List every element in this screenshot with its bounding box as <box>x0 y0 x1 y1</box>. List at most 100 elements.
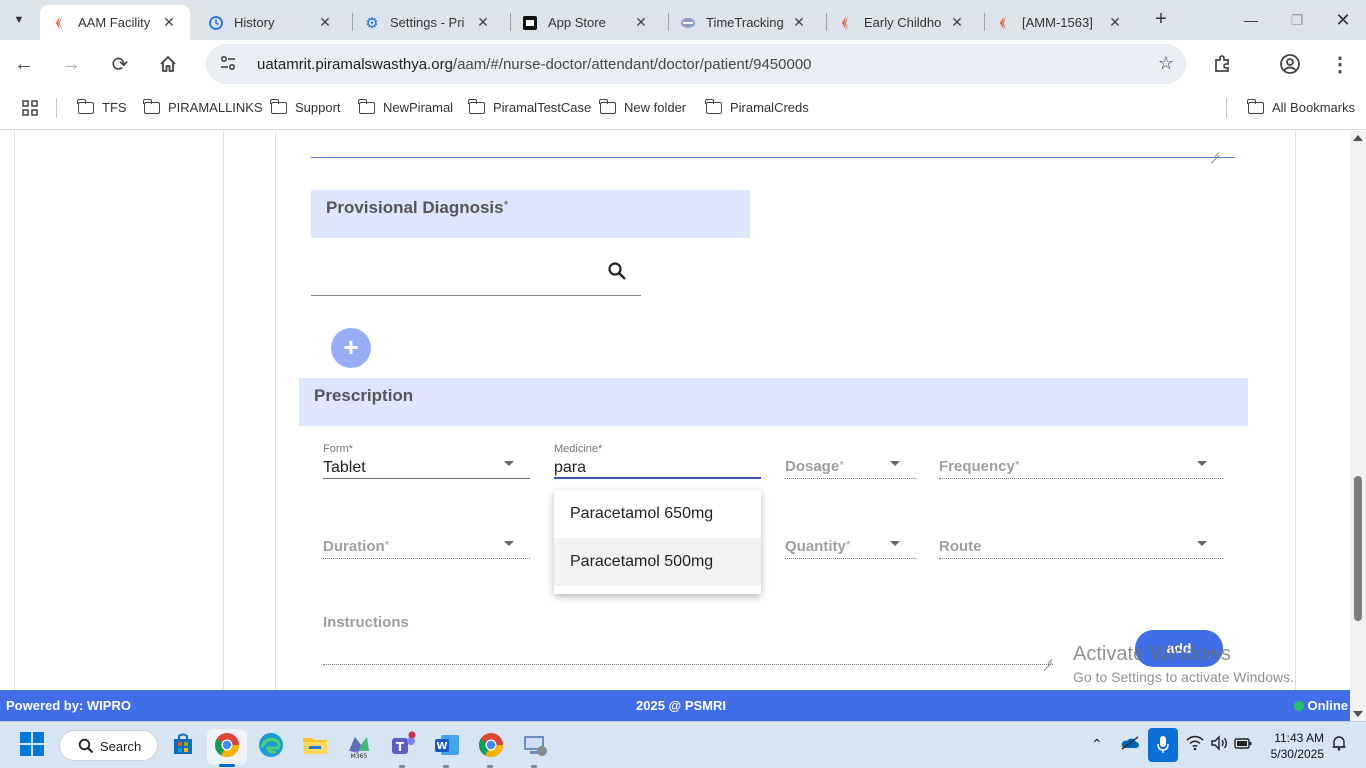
clock-time: 11:43 AM <box>1274 731 1324 745</box>
folder-icon <box>358 98 375 114</box>
microsoft-store-icon[interactable] <box>170 731 198 759</box>
wifi-icon[interactable] <box>1186 735 1204 754</box>
chevron-up-icon[interactable]: ⌃ <box>1091 736 1103 753</box>
piramal-logo-icon <box>996 15 1012 31</box>
file-explorer-icon[interactable] <box>301 731 329 759</box>
windows-start-icon[interactable] <box>20 732 44 756</box>
medicine-option[interactable]: Paracetamol 650mg <box>554 490 761 538</box>
tab-search-chevron-icon[interactable]: ▼ <box>6 7 32 33</box>
tab-title: Early Childho <box>864 15 942 30</box>
bookmark-folder-newpiramal[interactable]: NewPiramal <box>358 98 453 115</box>
tab-aam-facility[interactable]: AAM Facility ✕ <box>40 5 190 40</box>
field-placeholder: Route <box>939 538 982 555</box>
tab-title: App Store <box>548 15 606 30</box>
gear-icon: ⚙ <box>365 14 379 32</box>
volume-icon[interactable] <box>1210 735 1228 754</box>
minimize-button[interactable]: — <box>1228 6 1274 34</box>
search-label: Search <box>100 739 142 754</box>
bookmark-folder-support[interactable]: Support <box>270 98 341 115</box>
profile-icon[interactable] <box>1276 50 1304 78</box>
duration-select[interactable]: Duration* <box>323 523 530 559</box>
bookmark-star-icon[interactable]: ☆ <box>1158 53 1174 74</box>
quantity-select[interactable]: Quantity* <box>785 523 916 559</box>
onedrive-icon[interactable] <box>1120 735 1140 754</box>
frequency-select[interactable]: Frequency* <box>939 443 1223 479</box>
close-tab-icon[interactable]: ✕ <box>790 14 808 31</box>
reload-icon[interactable]: ⟳ <box>106 50 134 78</box>
svg-text:T: T <box>396 740 405 754</box>
add-diagnosis-button[interactable]: + <box>331 328 371 368</box>
tab-amm-1563[interactable]: [AMM-1563] ✕ <box>984 5 1136 40</box>
scrollbar-thumb[interactable] <box>1354 476 1362 621</box>
home-icon[interactable] <box>154 50 182 78</box>
tab-early-childhood[interactable]: Early Childho ✕ <box>826 5 978 40</box>
apps-grid-icon[interactable] <box>22 100 38 116</box>
tab-timetracking[interactable]: TimeTracking ✕ <box>668 5 820 40</box>
bookmark-folder-piramaltestcase[interactable]: PiramalTestCase <box>468 98 591 115</box>
word-icon[interactable]: W <box>433 731 461 759</box>
close-tab-icon[interactable]: ✕ <box>474 14 492 31</box>
tab-app-store[interactable]: App Store ✕ <box>510 5 662 40</box>
instructions-textarea[interactable]: Instructions <box>323 609 1053 665</box>
required-mark: * <box>503 198 509 212</box>
provisional-diagnosis-header: Provisional Diagnosis* <box>311 190 750 238</box>
resize-handle-icon[interactable] <box>1043 654 1052 663</box>
extensions-icon[interactable] <box>1208 50 1236 78</box>
close-tab-icon[interactable]: ✕ <box>316 14 334 31</box>
back-arrow-icon[interactable]: ← <box>10 50 38 78</box>
edge-icon[interactable] <box>257 731 285 759</box>
field-placeholder: Frequency* <box>939 458 1020 475</box>
dosage-select[interactable]: Dosage* <box>785 443 916 479</box>
kebab-menu-icon[interactable]: ⋮ <box>1326 50 1354 78</box>
field-label: Medicine* <box>554 443 603 455</box>
bookmark-divider <box>1226 98 1227 118</box>
bookmark-folder-tfs[interactable]: TFS <box>77 98 127 115</box>
diagnosis-search-input[interactable] <box>311 255 641 296</box>
forward-arrow-icon[interactable]: → <box>57 50 85 78</box>
tab-history[interactable]: History ✕ <box>196 5 346 40</box>
restore-button[interactable]: ❐ <box>1274 6 1320 34</box>
scroll-down-arrow-icon[interactable] <box>1353 711 1363 717</box>
bookmark-label: All Bookmarks <box>1272 100 1356 115</box>
watermark-subtitle: Go to Settings to activate Windows. <box>1073 669 1294 685</box>
medicine-option[interactable]: Paracetamol 500mg <box>554 538 761 586</box>
chrome-icon[interactable] <box>477 731 505 759</box>
system-clock[interactable]: 11:43 AM 5/30/2025 <box>1262 730 1324 762</box>
piramal-logo-icon <box>52 15 68 31</box>
medicine-autocomplete-input[interactable]: Medicine* para <box>554 443 761 479</box>
bookmark-divider <box>56 98 57 118</box>
resize-handle-icon[interactable] <box>1210 147 1219 156</box>
close-window-button[interactable]: ✕ <box>1320 6 1366 34</box>
notification-icon[interactable] <box>1331 735 1347 754</box>
page-scrollbar[interactable] <box>1350 131 1366 721</box>
chrome-icon[interactable] <box>213 731 241 759</box>
bookmark-folder-new-folder[interactable]: New folder <box>599 98 686 115</box>
close-tab-icon[interactable]: ✕ <box>160 14 178 31</box>
close-tab-icon[interactable]: ✕ <box>632 14 650 31</box>
folder-icon <box>143 98 160 114</box>
battery-icon[interactable] <box>1234 736 1252 753</box>
teams-icon[interactable]: T <box>389 731 417 759</box>
new-tab-button[interactable]: + <box>1150 8 1172 31</box>
previous-textarea[interactable] <box>311 131 1235 158</box>
close-tab-icon[interactable]: ✕ <box>948 14 966 31</box>
form-select[interactable]: Form* Tablet <box>323 443 530 479</box>
microphone-icon[interactable] <box>1148 728 1178 762</box>
bookmark-folder-piramallinks[interactable]: PIRAMALLINKS <box>143 98 263 115</box>
all-bookmarks-button[interactable]: All Bookmarks <box>1247 98 1356 115</box>
activate-windows-watermark: Activate Windows Go to Settings to activ… <box>1073 643 1294 685</box>
scroll-up-arrow-icon[interactable] <box>1353 135 1363 141</box>
route-select[interactable]: Route <box>939 523 1223 559</box>
remote-desktop-icon[interactable] <box>521 731 549 759</box>
address-bar[interactable]: uatamrit.piramalswasthya.org/aam/#/nurse… <box>206 44 1186 84</box>
m365-icon[interactable]: M365 <box>345 731 373 760</box>
taskbar-search[interactable]: Search <box>59 730 158 761</box>
search-icon[interactable] <box>607 261 627 281</box>
site-info-icon[interactable] <box>218 54 238 74</box>
medicine-suggestions-dropdown: Paracetamol 650mg Paracetamol 500mg <box>554 490 761 594</box>
tab-settings[interactable]: ⚙ Settings - Pri ✕ <box>352 5 504 40</box>
folder-icon <box>77 98 94 114</box>
close-tab-icon[interactable]: ✕ <box>1106 14 1124 31</box>
bookmark-folder-piramalcreds[interactable]: PiramalCreds <box>705 98 809 115</box>
search-icon <box>78 738 94 754</box>
